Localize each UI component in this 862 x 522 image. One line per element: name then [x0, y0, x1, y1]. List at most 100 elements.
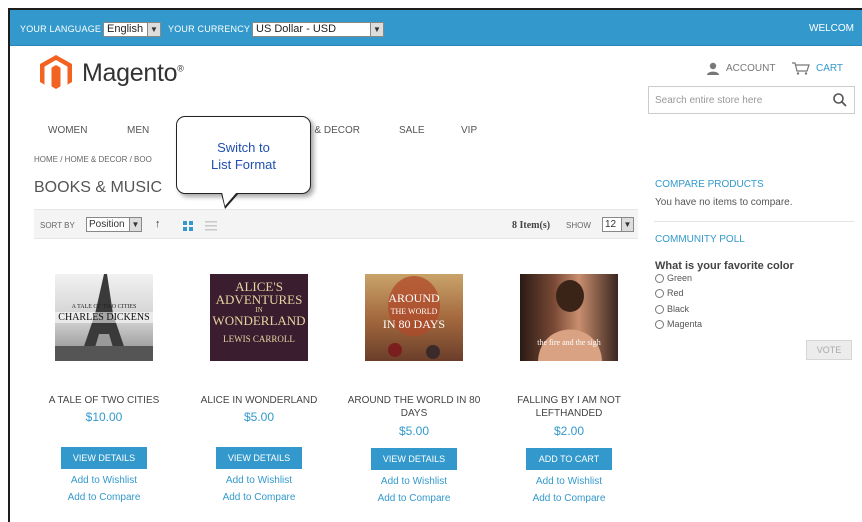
nav-item-women[interactable]: WOMEN: [48, 125, 87, 136]
product-name-line: DAYS: [400, 408, 428, 419]
item-count: 8 Item(s): [512, 220, 551, 231]
sort-label: SORT BY: [40, 221, 75, 230]
compare-products-text: You have no items to compare.: [655, 197, 793, 208]
poll-option-label: Green: [667, 273, 693, 283]
tooltip-tail-fill: [222, 192, 237, 206]
poll-option-label: Red: [667, 288, 684, 298]
add-to-compare-link[interactable]: Add to Compare: [189, 489, 329, 506]
tooltip-line-2: List Format: [210, 157, 276, 172]
search-icon[interactable]: [832, 92, 848, 108]
language-value: English: [107, 23, 144, 35]
community-poll-heading: COMMUNITY POLL: [655, 234, 745, 245]
portrait-image: [538, 280, 602, 361]
cart-label: CART: [816, 63, 844, 74]
currency-value: US Dollar - USD: [256, 23, 337, 35]
product-card: A TALE OF TWO CITIES CHARLES DICKENS A T…: [34, 274, 174, 506]
product-name-line: A TALE OF TWO CITIES: [48, 395, 160, 406]
product-toolbar: SORT BY Position ▼ ↑ 8 Item(s) SHOW 12 ▼: [34, 209, 638, 239]
top-bar: YOUR LANGUAGE English ▼ YOUR CURRENCY US…: [10, 10, 862, 46]
search-placeholder: Search entire store here: [655, 95, 763, 106]
store-logo[interactable]: Magento®: [40, 55, 184, 91]
currency-select[interactable]: US Dollar - USD ▼: [252, 22, 384, 37]
product-image[interactable]: A TALE OF TWO CITIES CHARLES DICKENS: [55, 274, 153, 361]
cover-line: ADVENTURES: [215, 292, 303, 307]
cover-line: AROUND: [388, 291, 440, 305]
logo-trademark: ®: [177, 63, 184, 74]
cover-line: WONDERLAND: [212, 313, 306, 328]
nav-item-home-decor[interactable]: E & DECOR: [305, 125, 360, 136]
product-name[interactable]: FALLING BY I AM NOT LEFTHANDED: [499, 394, 639, 422]
tooltip-callout: Switch to List Format: [176, 116, 311, 209]
account-link[interactable]: ACCOUNT: [706, 62, 775, 75]
cart-link[interactable]: CART: [792, 62, 843, 75]
grid-view-icon[interactable]: [183, 221, 193, 231]
product-name-line: FALLING BY I AM NOT: [517, 395, 621, 406]
poll-option-black[interactable]: Black: [655, 304, 689, 314]
add-to-wishlist-link[interactable]: Add to Wishlist: [499, 473, 639, 490]
show-value: 12: [605, 219, 617, 230]
nav-item-men[interactable]: MEN: [127, 125, 149, 136]
cover-line: LEWIS CARROLL: [223, 334, 295, 344]
add-to-compare-link[interactable]: Add to Compare: [344, 490, 484, 507]
account-label: ACCOUNT: [726, 63, 776, 74]
cover-line: IN 80 DAYS: [382, 317, 446, 331]
language-select[interactable]: English ▼: [103, 22, 161, 37]
nav-item-vip[interactable]: VIP: [461, 125, 477, 136]
product-name[interactable]: AROUND THE WORLD IN 80 DAYS: [344, 394, 484, 422]
list-view-icon[interactable]: [205, 221, 217, 231]
radio-button[interactable]: [655, 288, 664, 298]
nav-item-sale[interactable]: SALE: [399, 125, 425, 136]
poll-option-red[interactable]: Red: [655, 288, 684, 298]
product-card: ALICE'S ADVENTURES IN WONDERLAND LEWIS C…: [189, 274, 329, 506]
add-to-cart-button[interactable]: ADD TO CART: [526, 448, 612, 470]
poll-question: What is your favorite color: [655, 260, 794, 272]
tooltip-line-1: Switch to: [217, 140, 270, 155]
sort-direction-icon[interactable]: ↑: [155, 218, 161, 230]
product-image[interactable]: AROUND THE WORLD IN 80 DAYS: [365, 274, 463, 361]
show-limit-select[interactable]: 12 ▼: [602, 217, 634, 232]
cover-title: CHARLES DICKENS: [55, 312, 153, 323]
product-name-line: AROUND THE WORLD IN 80: [347, 395, 481, 406]
page-title: BOOKS & MUSIC: [34, 179, 163, 196]
breadcrumb[interactable]: HOME / HOME & DECOR / BOO: [34, 155, 152, 164]
product-image[interactable]: the fire and the sigh: [520, 274, 618, 361]
language-label: YOUR LANGUAGE: [20, 24, 102, 34]
magento-logo-icon: [40, 55, 72, 89]
poll-option-magenta[interactable]: Magenta: [655, 319, 702, 329]
product-card: the fire and the sigh FALLING BY I AM NO…: [499, 274, 639, 507]
product-card: AROUND THE WORLD IN 80 DAYS AROUND THE W…: [344, 274, 484, 507]
chevron-down-icon: ▼: [147, 23, 160, 36]
add-to-compare-link[interactable]: Add to Compare: [499, 490, 639, 507]
search-input[interactable]: Search entire store here: [648, 86, 855, 114]
currency-label: YOUR CURRENCY: [168, 24, 251, 34]
chevron-down-icon: ▼: [129, 218, 141, 231]
show-label: SHOW: [566, 221, 591, 230]
cover-text: AROUND THE WORLD IN 80 DAYS: [365, 292, 463, 331]
radio-button[interactable]: [655, 319, 664, 329]
poll-option-label: Magenta: [667, 319, 703, 329]
radio-button[interactable]: [655, 304, 664, 314]
poll-option-label: Black: [667, 304, 690, 314]
radio-button[interactable]: [655, 273, 664, 283]
add-to-wishlist-link[interactable]: Add to Wishlist: [189, 472, 329, 489]
cover-text: ALICE'S ADVENTURES IN WONDERLAND LEWIS C…: [210, 280, 308, 346]
welcome-message: WELCOM: [809, 23, 854, 34]
product-name-line: ALICE IN WONDERLAND: [200, 395, 318, 406]
add-to-compare-link[interactable]: Add to Compare: [34, 489, 174, 506]
add-to-wishlist-link[interactable]: Add to Wishlist: [344, 473, 484, 490]
compare-products-heading: COMPARE PRODUCTS: [655, 179, 764, 190]
cover-subtitle: A TALE OF TWO CITIES: [71, 304, 137, 310]
cart-icon: [792, 62, 810, 75]
sort-value: Position: [89, 219, 125, 230]
view-details-button[interactable]: VIEW DETAILS: [216, 447, 302, 469]
view-details-button[interactable]: VIEW DETAILS: [61, 447, 147, 469]
logo-text: Magento: [82, 58, 178, 87]
view-details-button[interactable]: VIEW DETAILS: [371, 448, 457, 470]
product-image[interactable]: ALICE'S ADVENTURES IN WONDERLAND LEWIS C…: [210, 274, 308, 361]
add-to-wishlist-link[interactable]: Add to Wishlist: [34, 472, 174, 489]
sort-select[interactable]: Position ▼: [86, 217, 142, 232]
chevron-down-icon: ▼: [370, 23, 383, 36]
product-name-line: LEFTHANDED: [535, 408, 603, 419]
poll-option-green[interactable]: Green: [655, 273, 692, 283]
vote-button[interactable]: VOTE: [806, 340, 852, 360]
